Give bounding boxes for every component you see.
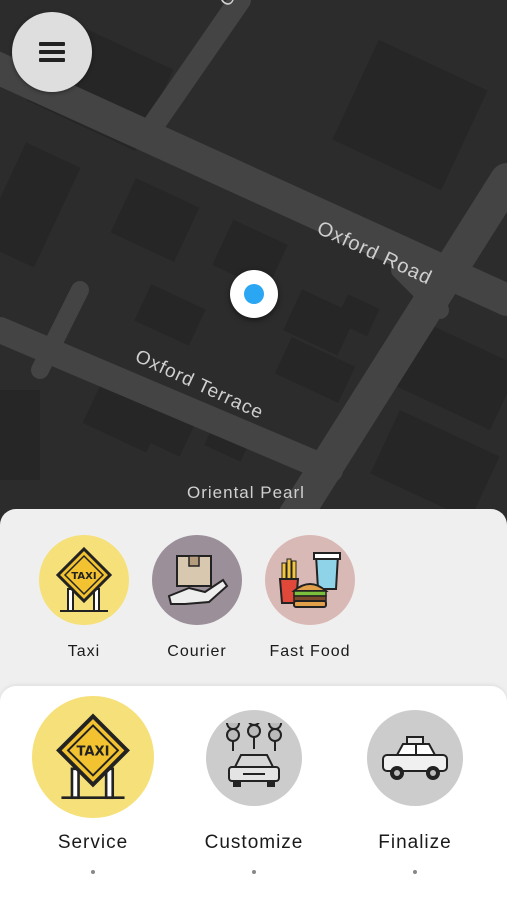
step-label: Finalize	[378, 832, 452, 853]
poi-label-oriental-pearl: Oriental Pearl	[187, 483, 305, 502]
category-taxi[interactable]: TAXI Taxi	[29, 535, 139, 661]
step-finalize[interactable]: Finalize	[353, 710, 477, 886]
fast-food-icon	[278, 552, 341, 608]
courier-package-icon	[167, 555, 229, 605]
category-icon-circle: TAXI	[39, 535, 129, 625]
step-label: Service	[57, 832, 129, 853]
category-icon-circle	[265, 535, 355, 625]
step-customize[interactable]: Customize	[192, 710, 316, 886]
taxi-sign-icon: TAXI	[56, 713, 130, 800]
category-courier[interactable]: Courier	[142, 535, 252, 661]
car-locations-icon	[226, 723, 282, 787]
category-label: Fast Food	[269, 643, 351, 660]
step-indicator-dot	[252, 870, 256, 874]
booking-steps-sheet: TAXI Service Customize Finalize	[0, 686, 507, 900]
step-indicator-dot	[413, 870, 417, 874]
location-dot-icon	[244, 284, 264, 304]
step-icon-circle: TAXI	[32, 696, 154, 818]
svg-text:TAXI: TAXI	[76, 745, 109, 760]
category-icon-circle	[152, 535, 242, 625]
current-location-marker	[230, 270, 278, 318]
step-icon-circle	[206, 710, 302, 806]
category-sheet: TAXI Taxi Courier Fast Food	[0, 509, 507, 709]
category-label: Courier	[167, 643, 227, 660]
svg-text:TAXI: TAXI	[71, 571, 96, 582]
taxi-sign-icon: TAXI	[55, 546, 113, 612]
step-icon-circle	[367, 710, 463, 806]
step-indicator-dot	[91, 870, 95, 874]
step-label: Customize	[204, 832, 304, 853]
category-fast-food[interactable]: Fast Food	[255, 535, 365, 661]
step-service[interactable]: TAXI Service	[31, 696, 155, 886]
category-label: Taxi	[67, 643, 101, 660]
taxi-car-icon	[382, 736, 448, 780]
menu-button[interactable]	[12, 12, 92, 92]
hamburger-icon	[39, 42, 65, 62]
